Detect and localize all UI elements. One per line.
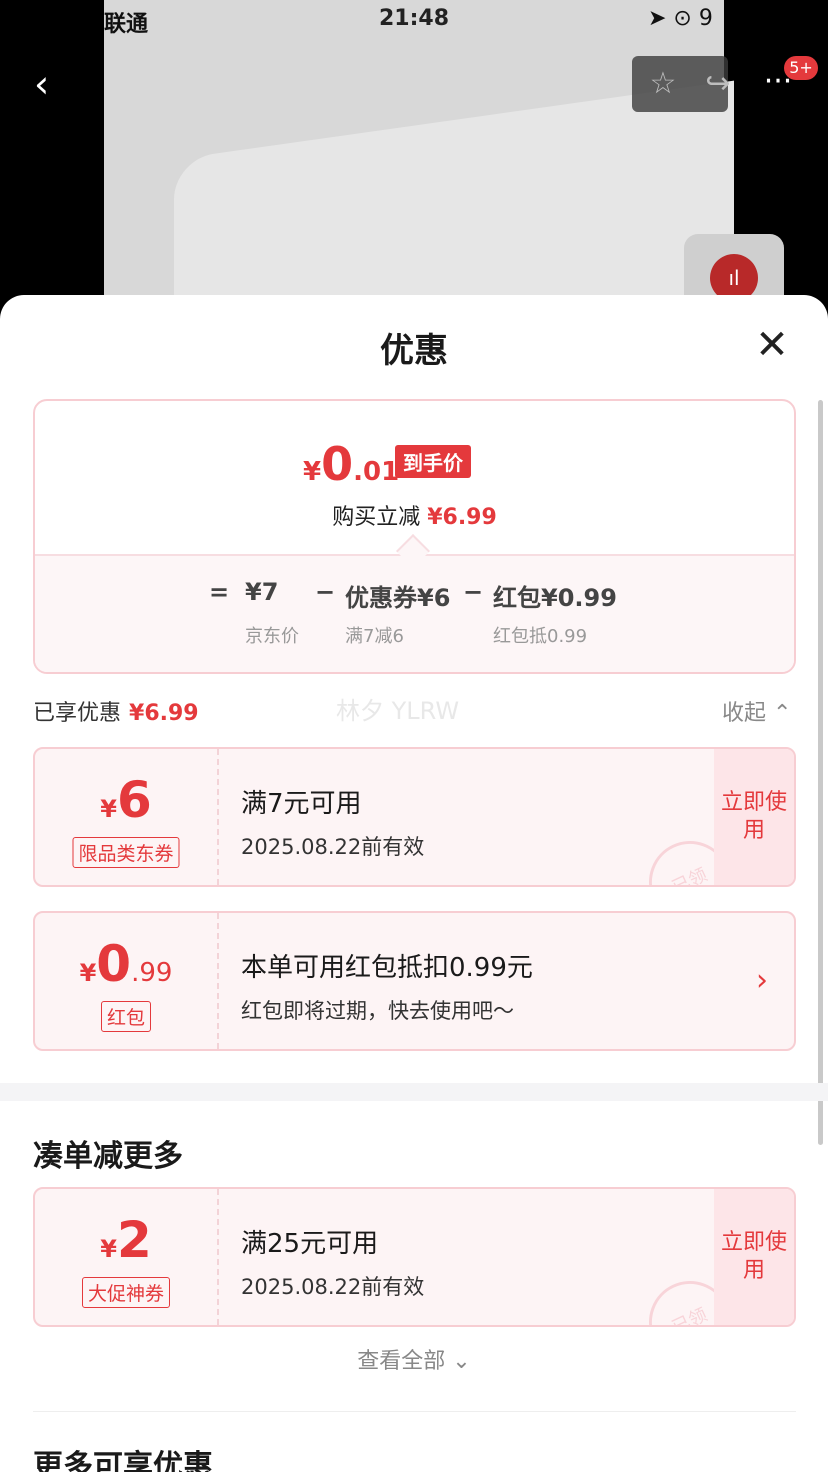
coupon-type: 限品类东券 [72, 837, 180, 868]
hongbao-type: 红包 [100, 1001, 152, 1032]
status-icons: ➤ ⊙ 9 [648, 6, 713, 31]
coupon-expiry: 2025.08.22前有效 [241, 1275, 425, 1299]
hongbao-value: ¥0.99 [79, 935, 173, 993]
sheet-title: 优惠 [380, 331, 448, 371]
price-formula: = ¥7 京东价 − 优惠券¥6 满7减6 − 红包¥0.99 红包抵0.99 [35, 554, 794, 672]
scrollbar[interactable] [818, 400, 823, 1145]
share-icon[interactable]: ↪ [698, 64, 738, 104]
notification-badge: 5+ [784, 56, 818, 80]
jd-price: ¥7 [245, 578, 279, 606]
discount-sheet: 优惠 ✕ ¥0.01 到手价 购买立减 ¥6.99 = ¥7 京东价 − 优惠券… [0, 295, 828, 1472]
product-image [104, 0, 734, 400]
chevron-left-icon: ‹ [34, 62, 50, 106]
enjoyed-discount: 已享优惠 ¥6.99 [33, 701, 199, 726]
coupon-card[interactable]: ¥2 大促神券 满25元可用 2025.08.22前有效 已领 立即使用 [33, 1187, 796, 1327]
hongbao-card[interactable]: ¥0.99 红包 本单可用红包抵扣0.99元 红包即将过期，快去使用吧～ › [33, 911, 796, 1051]
price-breakdown-card: ¥0.01 到手价 购买立减 ¥6.99 = ¥7 京东价 − 优惠券¥6 满7… [33, 399, 796, 674]
reduce-line: 购买立减 ¥6.99 [332, 505, 497, 530]
hongbao-title: 本单可用红包抵扣0.99元 [241, 953, 533, 983]
use-now-button[interactable]: 立即使用 [714, 749, 794, 885]
back-button[interactable]: ‹ [34, 62, 74, 106]
hongbao-amount: 红包¥0.99 [493, 584, 617, 612]
coupon-condition: 满25元可用 [241, 1229, 379, 1259]
chevron-right-icon[interactable]: › [756, 963, 768, 998]
section-title-more-savings: 凑单减更多 [33, 1139, 183, 1174]
section-divider [0, 1083, 828, 1101]
coupon-type: 大促神券 [81, 1277, 171, 1308]
divider [33, 1411, 796, 1412]
use-now-button[interactable]: 立即使用 [714, 1189, 794, 1325]
coupon-expiry: 2025.08.22前有效 [241, 835, 425, 859]
coupon-value: ¥6 [100, 771, 152, 829]
coupon-amount: 优惠券¥6 [345, 584, 451, 612]
coupon-card[interactable]: ¥6 限品类东券 满7元可用 2025.08.22前有效 已领 立即使用 [33, 747, 796, 887]
star-icon[interactable]: ☆ [643, 64, 683, 104]
view-all-button[interactable]: 查看全部 ⌄ [0, 1343, 828, 1375]
final-price: ¥0.01 [303, 437, 400, 491]
watermark: 林夕 YLRW [336, 697, 460, 725]
coupon-value: ¥2 [100, 1211, 152, 1269]
section-title-more: 更多可享优惠 [33, 1449, 213, 1472]
collapse-button[interactable]: 收起 ⌃ [722, 695, 791, 727]
status-bar: 联通 21:48 ➤ ⊙ 9 [0, 0, 828, 42]
final-price-tag: 到手价 [395, 445, 471, 478]
coupon-condition: 满7元可用 [241, 789, 362, 819]
close-button[interactable]: ✕ [752, 325, 792, 365]
hongbao-sub: 红包即将过期，快去使用吧～ [241, 999, 514, 1023]
close-icon: ✕ [755, 322, 789, 368]
